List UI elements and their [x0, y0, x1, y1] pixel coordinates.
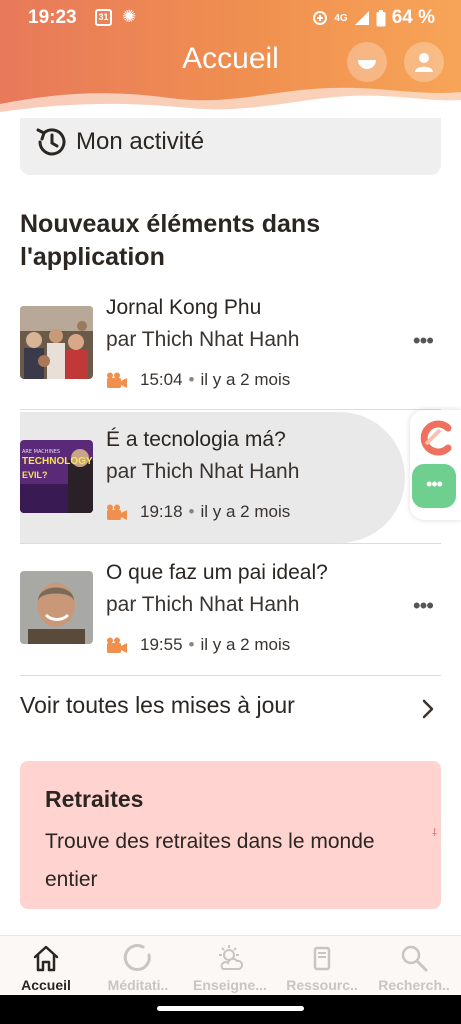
activity-card[interactable]: Mon activité	[20, 118, 441, 175]
divider	[20, 409, 441, 410]
video-camera-icon	[107, 637, 127, 653]
video-camera-icon	[107, 372, 127, 388]
item-age: il y a 2 mois	[200, 370, 291, 389]
nav-label: Recherch..	[378, 977, 450, 993]
battery-icon	[376, 9, 386, 26]
video-camera-icon	[107, 504, 127, 520]
half-moon-icon	[358, 60, 376, 69]
see-all-updates-link[interactable]: Voir toutes les mises à jour	[20, 692, 441, 728]
circle-icon	[123, 944, 151, 971]
item-author: par Thich Nhat Hanh	[106, 460, 300, 483]
more-options-button[interactable]: •••	[413, 593, 434, 619]
decorative-mark: ⸸	[432, 828, 437, 839]
item-meta: 19:18 • il y a 2 mois	[106, 502, 290, 522]
nav-label: Accueil	[21, 977, 71, 993]
more-bubble-button[interactable]: •••	[412, 464, 456, 508]
battery-level: 64 %	[391, 7, 435, 28]
home-gesture-pill[interactable]	[157, 1006, 304, 1011]
item-age: il y a 2 mois	[200, 635, 291, 654]
retreats-title: Retraites	[45, 786, 144, 812]
see-all-label: Voir toutes les mises à jour	[20, 692, 295, 718]
system-navigation-bar	[0, 995, 461, 1024]
page-title: Accueil	[182, 42, 279, 75]
svg-text:ARE MACHINES: ARE MACHINES	[22, 449, 60, 455]
item-duration: 19:18	[140, 502, 183, 521]
retreats-card[interactable]: Retraites Trouve des retraites dans le m…	[20, 761, 441, 909]
item-title: Jornal Kong Phu	[106, 296, 262, 319]
video-thumbnail	[20, 571, 93, 644]
divider	[20, 543, 441, 544]
retreats-description: Trouve des retraites dans le monde entie…	[45, 830, 375, 891]
nav-label: Enseigne...	[193, 977, 267, 993]
data-saver-icon	[313, 11, 328, 25]
floating-widget[interactable]: •••	[410, 410, 461, 520]
chevron-right-icon	[422, 699, 434, 719]
item-age: il y a 2 mois	[200, 502, 291, 521]
status-bar: 19:23 31 ✺ 4G 64 %	[0, 0, 461, 36]
app-header: 19:23 31 ✺ 4G 64 % Accueil	[0, 0, 461, 122]
list-item[interactable]: ARE MACHINES TECHNOLOGY EVIL? É a tecnol…	[20, 428, 441, 558]
list-item[interactable]: O que faz um pai ideal? par Thich Nhat H…	[20, 561, 441, 691]
item-author: par Thich Nhat Hanh	[106, 328, 300, 351]
item-duration: 15:04	[140, 370, 183, 389]
divider	[20, 675, 441, 676]
new-items-heading: Nouveaux éléments dans l'application	[20, 210, 321, 271]
nav-item-home[interactable]: Accueil	[0, 936, 92, 996]
status-right: 4G 64 %	[312, 7, 435, 29]
nav-item-meditation[interactable]: Méditati..	[92, 936, 184, 996]
video-thumbnail	[20, 306, 93, 379]
profile-button[interactable]	[404, 42, 444, 82]
item-duration: 19:55	[140, 635, 183, 654]
item-author: par Thich Nhat Hanh	[106, 593, 300, 616]
network-type: 4G	[334, 12, 348, 24]
item-title: É a tecnologia má?	[106, 428, 286, 451]
bug-icon: ✺	[122, 7, 137, 26]
calendar-icon: 31	[95, 9, 112, 26]
more-options-button[interactable]: •••	[413, 328, 434, 354]
nav-label: Méditati..	[107, 977, 169, 993]
item-meta: 19:55 • il y a 2 mois	[106, 635, 290, 655]
clock-history-icon	[36, 128, 66, 156]
nav-label: Ressourc..	[286, 977, 358, 993]
thumb-text-evil: EVIL?	[22, 470, 48, 480]
signal-icon	[354, 11, 369, 25]
nav-item-resources[interactable]: Ressourc..	[276, 936, 368, 996]
list-item[interactable]: Jornal Kong Phu par Thich Nhat Hanh 15:0…	[20, 296, 441, 426]
video-thumbnail: ARE MACHINES TECHNOLOGY EVIL?	[20, 440, 93, 513]
theme-toggle-button[interactable]	[347, 42, 387, 82]
header-wave	[0, 87, 461, 122]
cleaner-icon[interactable]	[416, 418, 456, 458]
activity-label: Mon activité	[76, 128, 205, 155]
sun-cloud-icon	[219, 945, 244, 970]
nav-item-search[interactable]: Recherch..	[368, 936, 460, 996]
status-time: 19:23	[28, 7, 77, 28]
bottom-navigation: Accueil Méditati.. Enseigne... Ressourc.…	[0, 935, 461, 995]
thumb-text-technology: TECHNOLOGY	[22, 456, 93, 467]
search-icon	[401, 945, 428, 972]
item-title: O que faz um pai ideal?	[106, 561, 328, 584]
book-icon	[313, 946, 331, 971]
home-icon	[33, 945, 59, 972]
nav-item-teachings[interactable]: Enseigne...	[184, 936, 276, 996]
user-icon	[415, 53, 433, 72]
item-meta: 15:04 • il y a 2 mois	[106, 370, 290, 390]
